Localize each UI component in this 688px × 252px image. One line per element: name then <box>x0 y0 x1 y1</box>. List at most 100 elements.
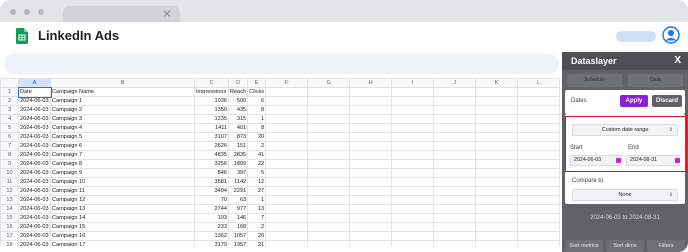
table-cell[interactable] <box>307 186 351 196</box>
table-cell[interactable] <box>265 177 309 187</box>
table-cell[interactable]: 2 <box>247 222 267 232</box>
table-cell[interactable] <box>475 213 519 223</box>
table-cell[interactable] <box>349 240 393 246</box>
table-cell[interactable]: 1 <box>247 114 267 124</box>
table-cell[interactable] <box>475 204 519 214</box>
table-cell[interactable] <box>265 123 309 133</box>
table-cell[interactable] <box>349 204 393 214</box>
table-cell[interactable] <box>265 204 309 214</box>
table-cell[interactable]: Campaign 11 <box>50 186 195 196</box>
table-cell[interactable] <box>517 168 561 178</box>
table-cell[interactable] <box>307 222 351 232</box>
table-cell[interactable] <box>265 87 309 97</box>
table-cell[interactable] <box>475 105 519 115</box>
table-cell[interactable] <box>265 231 309 241</box>
table-cell[interactable]: 2291 <box>227 186 249 196</box>
table-cell[interactable] <box>307 96 351 106</box>
table-cell[interactable]: Campaign 3 <box>50 114 195 124</box>
table-cell[interactable]: 27 <box>247 186 267 196</box>
row-header[interactable]: 13 <box>0 195 19 205</box>
table-cell[interactable] <box>265 114 309 124</box>
row-header[interactable]: 17 <box>0 231 19 241</box>
table-cell[interactable] <box>433 222 477 232</box>
column-header[interactable]: L <box>517 78 561 88</box>
table-cell[interactable] <box>349 105 393 115</box>
table-cell[interactable] <box>307 150 351 160</box>
table-cell[interactable]: 8 <box>247 123 267 133</box>
table-cell[interactable] <box>391 213 435 223</box>
table-cell[interactable]: 13 <box>247 204 267 214</box>
column-header[interactable]: D <box>227 78 249 88</box>
row-header[interactable]: 7 <box>0 141 19 151</box>
table-cell[interactable] <box>307 177 351 187</box>
schedule-tab[interactable]: Schedule <box>567 74 622 87</box>
table-cell[interactable] <box>265 96 309 106</box>
column-header[interactable]: G <box>307 78 351 88</box>
table-cell[interactable]: Clicks <box>247 87 267 97</box>
corner-cell[interactable] <box>0 78 19 88</box>
table-cell[interactable] <box>391 204 435 214</box>
table-cell[interactable]: 1057 <box>227 231 249 241</box>
table-cell[interactable]: 7 <box>247 213 267 223</box>
table-cell[interactable] <box>307 87 351 97</box>
table-cell[interactable] <box>307 159 351 169</box>
table-cell[interactable]: 1809 <box>227 159 249 169</box>
close-icon[interactable]: ✕ <box>162 7 172 21</box>
table-cell[interactable] <box>391 177 435 187</box>
table-cell[interactable] <box>391 114 435 124</box>
row-header[interactable]: 2 <box>0 96 19 106</box>
table-cell[interactable]: Campaign 4 <box>50 123 195 133</box>
table-cell[interactable]: 70 <box>194 195 229 205</box>
table-cell[interactable] <box>433 204 477 214</box>
table-cell[interactable] <box>517 105 561 115</box>
table-cell[interactable] <box>391 132 435 142</box>
table-cell[interactable]: 977 <box>227 204 249 214</box>
table-cell[interactable]: Campaign 7 <box>50 150 195 160</box>
column-header[interactable]: C <box>194 78 229 88</box>
table-cell[interactable] <box>517 177 561 187</box>
table-cell[interactable]: 873 <box>227 132 249 142</box>
share-pill-button[interactable] <box>616 31 656 42</box>
table-cell[interactable] <box>265 159 309 169</box>
browser-tab[interactable]: ✕ <box>63 6 180 22</box>
discard-button[interactable]: Discard <box>652 95 682 107</box>
table-cell[interactable] <box>433 123 477 133</box>
table-cell[interactable]: 2 <box>247 141 267 151</box>
table-cell[interactable] <box>349 96 393 106</box>
table-cell[interactable] <box>307 105 351 115</box>
table-cell[interactable] <box>349 222 393 232</box>
table-cell[interactable] <box>307 141 351 151</box>
row-header[interactable]: 1 <box>0 87 19 97</box>
row-header[interactable]: 10 <box>0 168 19 178</box>
table-cell[interactable] <box>391 123 435 133</box>
table-cell[interactable] <box>475 231 519 241</box>
table-cell[interactable] <box>517 159 561 169</box>
table-cell[interactable] <box>265 105 309 115</box>
table-cell[interactable]: Campaign 6 <box>50 141 195 151</box>
data-tab[interactable]: Data <box>628 74 683 87</box>
table-cell[interactable] <box>433 96 477 106</box>
table-cell[interactable]: 2835 <box>227 150 249 160</box>
table-cell[interactable]: Campaign 5 <box>50 132 195 142</box>
table-cell[interactable]: 2024-06-03 <box>18 114 51 124</box>
table-cell[interactable]: Campaign 2 <box>50 105 195 115</box>
window-close-dot[interactable] <box>10 9 16 15</box>
table-cell[interactable] <box>349 123 393 133</box>
table-cell[interactable]: 3107 <box>194 132 229 142</box>
table-cell[interactable] <box>433 231 477 241</box>
table-cell[interactable] <box>265 195 309 205</box>
table-cell[interactable] <box>265 186 309 196</box>
table-cell[interactable] <box>307 195 351 205</box>
table-cell[interactable] <box>391 150 435 160</box>
sheet-table[interactable]: ABCDEFGHIJKL 1 Date Campaign Name Impressio… <box>0 78 561 246</box>
table-cell[interactable]: 315 <box>227 114 249 124</box>
table-cell[interactable]: 168 <box>227 222 249 232</box>
row-header[interactable]: 18 <box>0 240 19 246</box>
table-cell[interactable] <box>307 132 351 142</box>
apply-button[interactable]: Apply <box>620 95 648 107</box>
table-cell[interactable] <box>433 195 477 205</box>
table-cell[interactable]: 2024-06-03 <box>18 96 51 106</box>
table-cell[interactable] <box>517 87 561 97</box>
table-cell[interactable] <box>349 177 393 187</box>
table-cell[interactable]: 2024-06-03 <box>18 132 51 142</box>
